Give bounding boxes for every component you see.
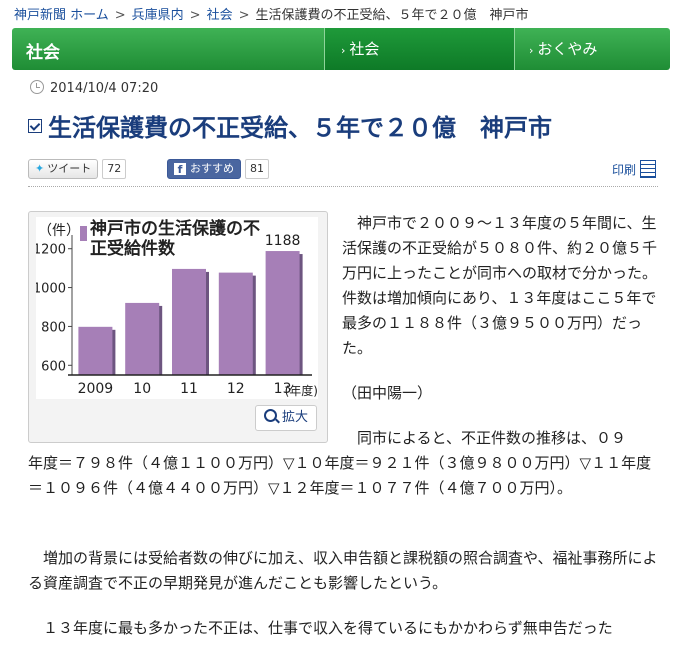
facebook-recommend-button[interactable]: f おすすめ	[167, 159, 241, 179]
article-date: 2014/10/4 07:20	[30, 80, 158, 96]
x-tick-label: 11	[180, 381, 198, 397]
tab-obituary[interactable]: › おくやみ	[514, 28, 682, 70]
tweet-label: ツイート	[47, 162, 92, 175]
breadcrumb-hyogo-link[interactable]: 兵庫県内	[132, 8, 184, 23]
y-tick-label: 1000	[36, 282, 66, 297]
clock-icon	[30, 80, 44, 94]
paragraph: １３年度に最も多かった不正は、仕事で収入を得ているにもかかわらず無申告だった	[28, 619, 613, 637]
twitter-bird-icon: ✦	[35, 162, 45, 175]
breadcrumb-separator: >	[189, 8, 201, 23]
print-icon	[640, 160, 656, 178]
chevron-right-icon: ›	[529, 44, 534, 57]
zoom-label: 拡大	[282, 410, 309, 425]
chart-title: 神戸市の生活保護の不正受給件数	[90, 219, 260, 259]
print-link[interactable]: 印刷	[612, 160, 656, 178]
tweet-count: 72	[102, 159, 127, 179]
tweet-widget: ✦ ツイート 72	[28, 159, 127, 179]
breadcrumb-separator: >	[114, 8, 126, 23]
breadcrumb-separator: >	[238, 8, 250, 23]
tab-label: おくやみ	[537, 40, 598, 58]
facebook-icon: f	[174, 163, 186, 176]
paragraph-line: 同市によると、不正件数の推移は、０９	[342, 429, 626, 447]
y-unit-label: （件）	[38, 223, 80, 239]
bar-chart: （件） 神戸市の生活保護の不正受給件数 600 800 1000 1200 2009 1…	[36, 217, 318, 399]
divider	[28, 186, 658, 187]
paragraph: 増加の背景には受給者数の伸びに加え、収入申告額と課税額の照合調査や、福祉事務所に…	[28, 549, 658, 592]
breadcrumb: 神戸新聞 ホーム > 兵庫県内 > 社会 > 生活保護費の不正受給、５年で２０億 神戸市	[14, 4, 529, 23]
y-tick-label: 1200	[36, 243, 66, 258]
bar	[265, 251, 300, 375]
title-marker	[80, 226, 87, 241]
x-unit-label: (年度)	[285, 383, 318, 398]
chevron-right-icon: ›	[341, 44, 346, 57]
breadcrumb-home-link[interactable]: 神戸新聞 ホーム	[14, 8, 109, 23]
facebook-count: 81	[245, 159, 269, 179]
print-label: 印刷	[611, 163, 636, 177]
tab-society[interactable]: › 社会	[324, 28, 515, 70]
headline-text: 生活保護費の不正受給、５年で２０億 神戸市	[48, 114, 552, 142]
facebook-widget: f おすすめ 81	[167, 159, 269, 179]
category-bar: 社会 › 社会 › おくやみ	[12, 28, 670, 70]
category-title: 社会	[26, 43, 60, 63]
tab-label: 社会	[349, 40, 380, 58]
x-tick-label: 2009	[78, 381, 114, 397]
facebook-label: おすすめ	[190, 162, 234, 175]
y-tick-label: 600	[41, 359, 66, 374]
magnifier-icon	[264, 409, 277, 422]
data-label: 1188	[265, 233, 301, 249]
breadcrumb-current: 生活保護費の不正受給、５年で２０億 神戸市	[255, 8, 529, 23]
date-text: 2014/10/4 07:20	[50, 81, 159, 96]
checkbox-mark-icon	[28, 119, 42, 133]
paragraph: 同市によると、不正件数の推移は、０９ 年度＝７９８件（４億１１００万円）▽１０年度…	[28, 426, 662, 501]
paragraph: 神戸市で２００９～１３年度の５年間に、生活保護の不正受給が５０８０件、約２０億５…	[342, 214, 658, 357]
tweet-button[interactable]: ✦ ツイート	[28, 159, 99, 179]
bar	[172, 268, 206, 375]
bar	[218, 272, 253, 375]
y-tick-label: 800	[41, 320, 66, 335]
article-headline: 生活保護費の不正受給、５年で２０億 神戸市	[28, 108, 552, 143]
x-tick-label: 12	[227, 381, 245, 397]
chart-title-box: 神戸市の生活保護の不正受給件数	[90, 219, 260, 259]
paragraph: （田中陽一）	[342, 384, 433, 402]
paragraph-text: 年度＝７９８件（４億１１００万円）▽１０年度＝９２１件（３億９８００万円）▽１１…	[28, 454, 652, 497]
x-tick-label: 10	[133, 381, 151, 397]
bar	[125, 302, 160, 375]
breadcrumb-society-link[interactable]: 社会	[207, 8, 233, 23]
bar	[78, 326, 113, 375]
